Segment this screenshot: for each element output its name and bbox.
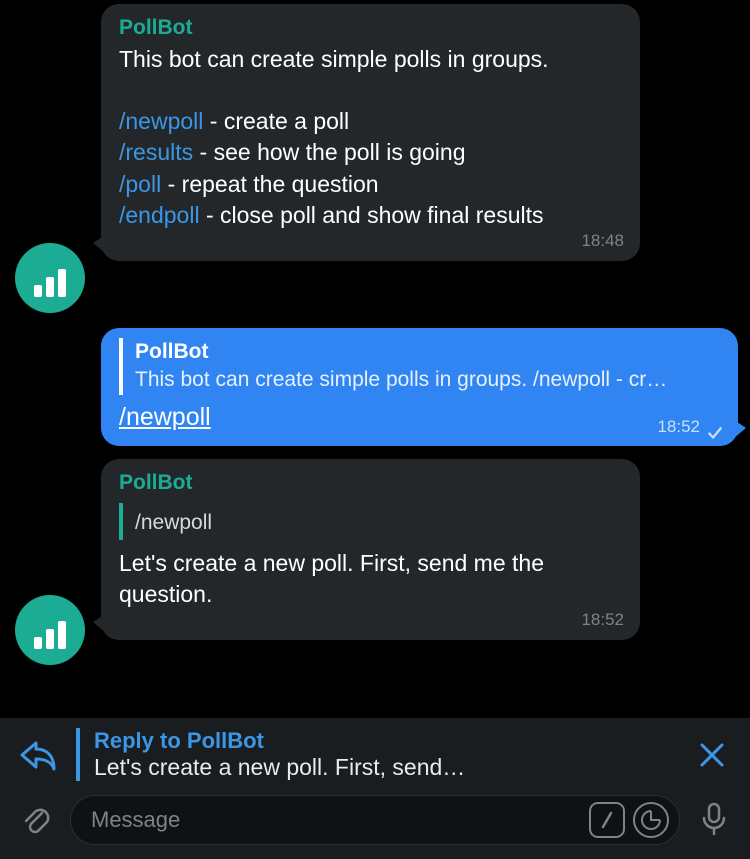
input-placeholder: Message	[91, 807, 589, 833]
command-link[interactable]: /endpoll	[119, 202, 200, 228]
bot-avatar[interactable]	[15, 595, 85, 665]
cancel-reply-button[interactable]	[690, 733, 734, 777]
close-icon	[698, 741, 726, 769]
reply-preview[interactable]: Reply to PollBot Let's create a new poll…	[76, 728, 674, 781]
reply-arrow-icon	[16, 733, 60, 777]
microphone-icon	[699, 802, 729, 838]
sticker-icon	[640, 809, 662, 831]
sender-name: PollBot	[119, 14, 622, 42]
outgoing-message[interactable]: PollBot This bot can create simple polls…	[101, 328, 738, 446]
message-input[interactable]: Message	[70, 795, 680, 845]
incoming-message[interactable]: PollBot /newpoll Let's create a new poll…	[101, 459, 640, 640]
command-link[interactable]: /poll	[119, 171, 161, 197]
slash-command-icon	[597, 810, 617, 830]
paperclip-icon	[19, 803, 53, 837]
message-text: /newpoll	[119, 401, 720, 435]
message-time: 18:52	[657, 416, 700, 439]
sticker-button[interactable]	[633, 802, 669, 838]
bar-chart-icon	[34, 269, 66, 297]
command-link[interactable]: /newpoll	[119, 108, 203, 134]
message-text: This bot can create simple polls in grou…	[119, 44, 622, 230]
bar-chart-icon	[34, 621, 66, 649]
reply-quote-text: This bot can create simple polls in grou…	[135, 366, 720, 394]
sender-name: PollBot	[119, 469, 622, 497]
reply-quote-text: /newpoll	[135, 509, 622, 537]
reply-preview-text: Let's create a new poll. First, send…	[94, 754, 674, 781]
reply-preview-bar: Reply to PollBot Let's create a new poll…	[0, 718, 750, 787]
slash-command-button[interactable]	[589, 802, 625, 838]
reply-quote[interactable]: PollBot This bot can create simple polls…	[119, 338, 720, 395]
chat-screen: PollBot This bot can create simple polls…	[0, 0, 750, 859]
reply-quote[interactable]: /newpoll	[119, 503, 622, 539]
compose-footer: Reply to PollBot Let's create a new poll…	[0, 718, 750, 859]
compose-row: Message	[0, 787, 750, 859]
message-time: 18:48	[581, 230, 624, 253]
message-text: Let's create a new poll. First, send me …	[119, 548, 622, 610]
voice-message-button[interactable]	[692, 798, 736, 842]
reply-quote-sender: PollBot	[135, 338, 720, 366]
message-time: 18:52	[581, 609, 624, 632]
sent-check-icon	[706, 418, 724, 436]
bot-avatar[interactable]	[15, 243, 85, 313]
command-link[interactable]: /results	[119, 139, 193, 165]
incoming-message[interactable]: PollBot This bot can create simple polls…	[101, 4, 640, 261]
reply-preview-title: Reply to PollBot	[94, 728, 674, 754]
attach-button[interactable]	[14, 798, 58, 842]
